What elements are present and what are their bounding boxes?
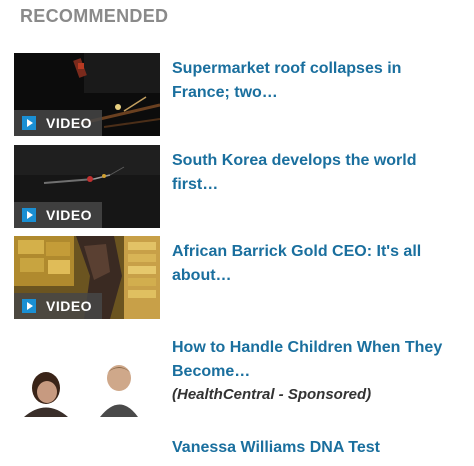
article-link[interactable]: Supermarket roof collapses in France; tw… xyxy=(172,57,462,105)
video-label: VIDEO xyxy=(46,115,93,131)
list-item[interactable]: VIDEO Supermarket roof collapses in Fran… xyxy=(14,53,464,137)
article-link[interactable]: South Korea develops the world first… xyxy=(172,149,462,197)
article-thumbnail[interactable] xyxy=(14,334,160,417)
video-badge: VIDEO xyxy=(14,110,102,136)
list-item[interactable]: Vanessa Williams DNA Test xyxy=(14,436,464,466)
video-label: VIDEO xyxy=(46,207,93,223)
section-heading: RECOMMENDED xyxy=(20,6,169,26)
article-title: How to Handle Children When They Become… xyxy=(172,339,443,380)
list-item[interactable]: VIDEO African Barrick Gold CEO: It's all… xyxy=(14,236,464,320)
article-link[interactable]: Vanessa Williams DNA Test xyxy=(172,436,462,460)
video-label: VIDEO xyxy=(46,298,93,314)
list-item[interactable]: How to Handle Children When They Become…… xyxy=(14,334,464,424)
list-item[interactable]: VIDEO South Korea develops the world fir… xyxy=(14,145,464,229)
article-link[interactable]: How to Handle Children When They Become…… xyxy=(172,336,462,406)
play-icon xyxy=(22,116,36,130)
video-thumbnail[interactable]: VIDEO xyxy=(14,236,160,319)
video-thumbnail[interactable]: VIDEO xyxy=(14,145,160,228)
video-thumbnail[interactable]: VIDEO xyxy=(14,53,160,136)
recommended-widget: RECOMMENDED VIDEO Supermarket roof colla… xyxy=(0,0,474,466)
sponsor-label: (HealthCentral - Sponsored) xyxy=(172,386,372,403)
video-badge: VIDEO xyxy=(14,202,102,228)
video-badge: VIDEO xyxy=(14,293,102,319)
article-link[interactable]: African Barrick Gold CEO: It's all about… xyxy=(172,240,462,288)
play-icon xyxy=(22,208,36,222)
thumbnail-image xyxy=(14,334,160,417)
play-icon xyxy=(22,299,36,313)
